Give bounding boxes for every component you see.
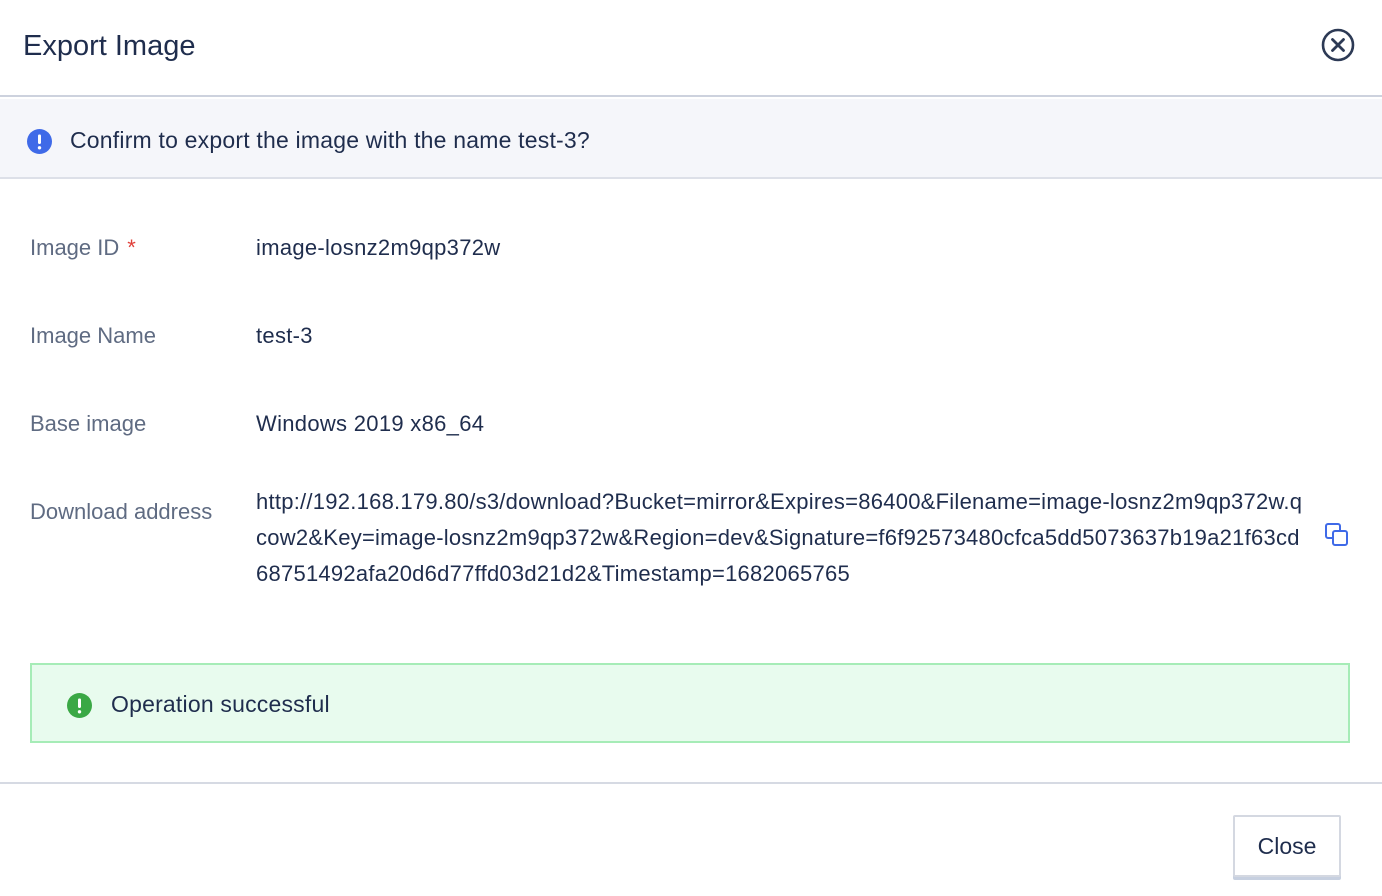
info-icon	[27, 129, 52, 154]
footer-divider	[0, 782, 1382, 784]
copy-icon[interactable]	[1324, 522, 1349, 547]
image-name-label: Image Name	[30, 323, 156, 348]
image-id-value: image-losnz2m9qp372w	[256, 235, 501, 260]
close-circle-icon[interactable]	[1321, 28, 1355, 62]
image-name-value: test-3	[256, 323, 313, 348]
confirm-banner: Confirm to export the image with the nam…	[0, 99, 1382, 179]
success-message: Operation successful	[111, 691, 330, 717]
dialog-header: Export Image	[0, 0, 1382, 97]
export-image-dialog: Export Image Confirm to export the image…	[0, 0, 1382, 896]
confirm-message: Confirm to export the image with the nam…	[70, 127, 590, 153]
image-id-label: Image ID *	[30, 235, 136, 260]
success-icon	[67, 693, 92, 718]
close-button[interactable]: Close	[1233, 815, 1341, 877]
download-address-label: Download address	[30, 499, 213, 524]
download-address-value: http://192.168.179.80/s3/download?Bucket…	[256, 489, 1303, 586]
dialog-title: Export Image	[23, 30, 196, 62]
base-image-label: Base image	[30, 411, 147, 436]
required-mark: *	[127, 235, 136, 260]
success-alert: Operation successful	[30, 663, 1350, 743]
base-image-value: Windows 2019 x86_64	[256, 411, 485, 436]
